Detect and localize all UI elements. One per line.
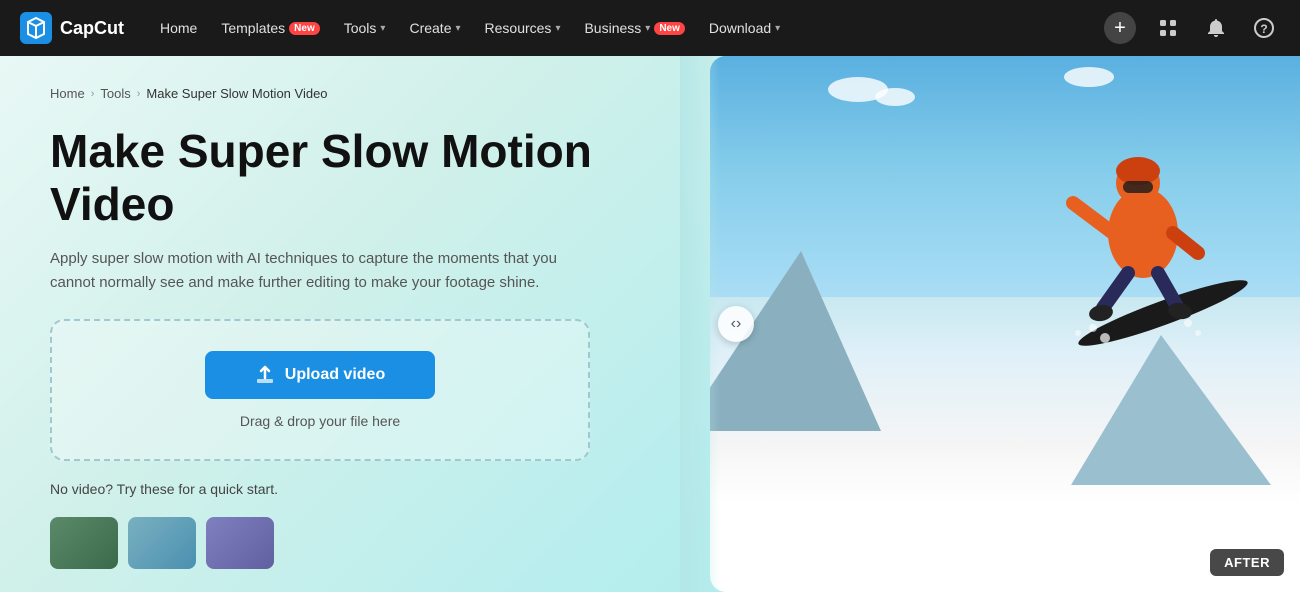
nav-label-resources: Resources [485,20,552,36]
right-panel: ‹› AFTER [680,56,1300,592]
quick-start-thumb-2[interactable] [128,517,196,569]
snowboarder-figure [1033,83,1253,363]
video-preview: ‹› AFTER [710,56,1300,592]
nav-label-templates: Templates [221,20,285,36]
upload-area: Upload video Drag & drop your file here [50,319,590,461]
breadcrumb-sep-1: › [91,88,95,100]
left-fade [680,56,720,592]
left-panel: Home › Tools › Make Super Slow Motion Vi… [0,56,680,592]
nav-item-download[interactable]: Download ▾ [709,20,780,36]
after-badge: AFTER [1210,549,1284,576]
breadcrumb-tools[interactable]: Tools [100,86,130,101]
nav-label-business: Business [584,20,641,36]
grid-icon[interactable] [1152,12,1184,44]
video-preview-container: ‹› AFTER [710,56,1300,592]
templates-badge: New [289,22,320,35]
quick-start-label: No video? Try these for a quick start. [50,481,630,497]
nav-item-tools[interactable]: Tools ▾ [344,20,386,36]
resources-chevron-icon: ▾ [555,23,560,34]
create-plus-button[interactable]: + [1104,12,1136,44]
nav-label-download: Download [709,20,771,36]
upload-icon [255,365,275,385]
create-chevron-icon: ▾ [455,23,460,34]
page-title-line1: Make Super Slow Motion [50,125,592,177]
nav-item-templates[interactable]: Templates New [221,20,319,36]
help-icon[interactable]: ? [1248,12,1280,44]
nav-label-tools: Tools [344,20,377,36]
bell-icon[interactable] [1200,12,1232,44]
main-content: Home › Tools › Make Super Slow Motion Vi… [0,56,1300,592]
thumbnail-row [50,517,630,569]
prev-arrow-button[interactable]: ‹› [718,306,754,342]
page-title-line2: Video [50,178,174,230]
nav-item-resources[interactable]: Resources ▾ [485,20,561,36]
nav-item-home[interactable]: Home [160,20,197,36]
page-title: Make Super Slow Motion Video [50,125,630,231]
breadcrumb: Home › Tools › Make Super Slow Motion Vi… [50,86,630,101]
logo-text: CapCut [60,18,124,39]
tools-chevron-icon: ▾ [380,23,385,34]
nav-item-create[interactable]: Create ▾ [409,20,460,36]
svg-text:?: ? [1260,22,1267,36]
business-badge: New [654,22,685,35]
navbar-right: + ? [1104,12,1280,44]
quick-start-thumb-1[interactable] [50,517,118,569]
upload-hint: Drag & drop your file here [240,413,400,429]
page-description: Apply super slow motion with AI techniqu… [50,247,570,295]
breadcrumb-current: Make Super Slow Motion Video [146,86,327,101]
nav-label-home: Home [160,20,197,36]
navbar: CapCut Home Templates New Tools ▾ Create… [0,0,1300,56]
download-chevron-icon: ▾ [775,23,780,34]
upload-button-label: Upload video [285,366,385,384]
upload-video-button[interactable]: Upload video [205,351,435,399]
logo[interactable]: CapCut [20,12,124,44]
nav-label-create: Create [409,20,451,36]
breadcrumb-sep-2: › [137,88,141,100]
breadcrumb-home[interactable]: Home [50,86,85,101]
quick-start-thumb-3[interactable] [206,517,274,569]
nav-item-business[interactable]: Business ▾ New [584,20,684,36]
business-chevron-icon: ▾ [645,23,650,34]
